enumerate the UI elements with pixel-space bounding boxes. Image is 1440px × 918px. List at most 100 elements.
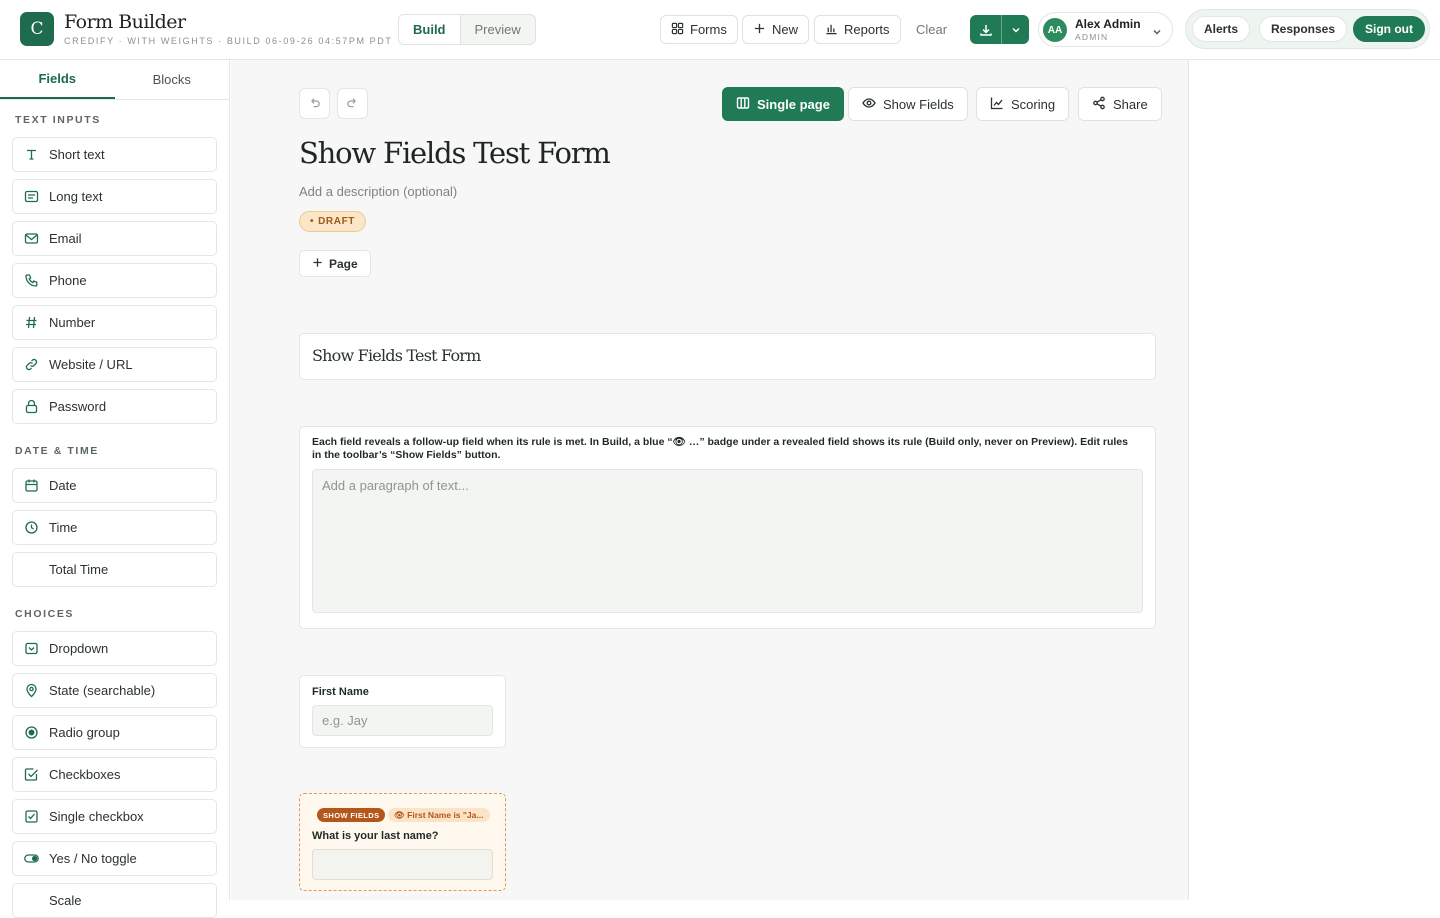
palette-item-checkboxes[interactable]: Checkboxes [12, 757, 217, 792]
plus-icon [753, 22, 766, 38]
palette-item-time[interactable]: Time [12, 510, 217, 545]
app-logo[interactable]: C [20, 12, 54, 46]
radio-icon [24, 725, 39, 740]
palette-item-password[interactable]: Password [12, 389, 217, 424]
redo-button[interactable] [337, 88, 368, 119]
palette-tabs: Fields Blocks [0, 60, 229, 100]
palette-item-label: Checkboxes [49, 767, 121, 782]
rule-badge: 👁 First Name is "Ja... [388, 808, 490, 822]
palette-item-phone[interactable]: Phone [12, 263, 217, 298]
download-icon [970, 15, 1002, 44]
heading-block-text: Show Fields Test Form [312, 346, 481, 365]
palette-item-number[interactable]: Number [12, 305, 217, 340]
status-badge: • DRAFT [299, 211, 366, 232]
show-fields-badge: SHOW FIELDS [317, 808, 386, 822]
field-label: First Name [312, 686, 369, 698]
share-label: Share [1113, 96, 1148, 112]
undo-button[interactable] [299, 88, 330, 119]
tab-blocks[interactable]: Blocks [115, 60, 230, 99]
show-fields-button[interactable]: Show Fields [848, 87, 968, 121]
tab-fields[interactable]: Fields [0, 60, 115, 99]
undo-icon [308, 95, 321, 113]
paragraph-placeholder: Add a paragraph of text... [322, 478, 469, 493]
map-pin-icon [24, 683, 39, 698]
checkbox-list-icon [24, 767, 39, 782]
palette-item-label: Dropdown [49, 641, 109, 656]
grid-icon [671, 22, 684, 38]
paragraph-block[interactable]: Each field reveals a follow-up field whe… [299, 426, 1156, 629]
scoring-button[interactable]: Scoring [976, 87, 1070, 121]
reports-button-label: Reports [844, 22, 890, 37]
line-chart-icon [990, 96, 1004, 113]
palette-item-radio-group[interactable]: Radio group [12, 715, 217, 750]
avatar: AA [1043, 18, 1067, 42]
form-canvas: Single page Show Fields Scoring Share Sh… [231, 60, 1189, 900]
sign-out-button[interactable]: Sign out [1353, 16, 1425, 42]
form-title[interactable]: Show Fields Test Form [299, 136, 611, 170]
field-last-name[interactable]: SHOW FIELDS 👁 First Name is "Ja... What … [299, 793, 506, 891]
single-page-label: Single page [757, 96, 830, 112]
forms-button[interactable]: Forms [660, 15, 738, 44]
share-button[interactable]: Share [1078, 87, 1162, 121]
palette-item-label: Number [49, 315, 96, 330]
show-fields-label: Show Fields [883, 96, 954, 112]
palette-item-state[interactable]: State (searchable) [12, 673, 217, 708]
palette-item-label: Phone [49, 273, 87, 288]
paragraph-textarea[interactable]: Add a paragraph of text... [312, 469, 1143, 613]
palette-item-short-text[interactable]: Short text [12, 137, 217, 172]
add-page-button[interactable]: Page [299, 250, 371, 277]
top-bar: C Form Builder CREDIFY · WITH WEIGHTS · … [0, 0, 1440, 60]
columns-icon [736, 96, 750, 113]
palette-item-single-checkbox[interactable]: Single checkbox [12, 799, 217, 834]
reports-button[interactable]: Reports [814, 15, 901, 44]
chevron-down-icon[interactable] [1002, 25, 1029, 35]
tab-build[interactable]: Build [399, 15, 461, 44]
top-right-actions: Alerts Responses Sign out [1185, 9, 1430, 49]
palette-item-label: Long text [49, 189, 103, 204]
palette-item-label: Total Time [49, 562, 109, 577]
last-name-input[interactable] [312, 849, 493, 880]
heading-block[interactable]: Show Fields Test Form [299, 333, 1156, 380]
alerts-button[interactable]: Alerts [1192, 16, 1251, 42]
scoring-label: Scoring [1011, 96, 1056, 112]
plus-icon [312, 257, 323, 271]
palette-item-label: Date [49, 478, 77, 493]
hash-icon [24, 315, 39, 330]
user-role: ADMIN [1075, 32, 1109, 42]
responses-button[interactable]: Responses [1259, 16, 1348, 42]
clock-icon [24, 520, 39, 535]
palette-item-yes-no-toggle[interactable]: Yes / No toggle [12, 841, 217, 876]
palette-item-label: Short text [49, 147, 105, 162]
single-page-button[interactable]: Single page [722, 87, 844, 121]
dropdown-icon [24, 641, 39, 656]
app-title: Form Builder [64, 11, 186, 33]
palette-item-url[interactable]: Website / URL [12, 347, 217, 382]
palette-item-dropdown[interactable]: Dropdown [12, 631, 217, 666]
bar-chart-icon [825, 22, 838, 38]
toggle-icon [24, 851, 39, 866]
add-page-label: Page [329, 256, 358, 271]
palette-item-label: Scale [49, 893, 82, 908]
clear-button[interactable]: Clear [916, 22, 947, 37]
section-title: DATE & TIME [15, 445, 99, 457]
palette-item-email[interactable]: Email [12, 221, 217, 256]
first-name-input[interactable]: e.g. Jay [312, 705, 493, 736]
user-menu[interactable]: AA Alex Admin ADMIN [1038, 12, 1173, 47]
field-first-name[interactable]: First Name e.g. Jay [299, 675, 506, 748]
paragraph-icon [24, 189, 39, 204]
palette-item-long-text[interactable]: Long text [12, 179, 217, 214]
palette-item-label: Single checkbox [49, 809, 144, 824]
calendar-icon [24, 478, 39, 493]
status-label: DRAFT [318, 216, 355, 227]
form-description[interactable]: Add a description (optional) [299, 184, 457, 199]
new-button[interactable]: New [742, 15, 810, 44]
tab-preview[interactable]: Preview [461, 15, 535, 44]
palette-item-scale[interactable]: Scale [12, 883, 217, 918]
dot-icon: • [310, 216, 315, 227]
palette-item-label: Password [49, 399, 107, 414]
link-icon [24, 357, 39, 372]
mode-switch: Build Preview [398, 14, 536, 45]
download-button[interactable] [970, 15, 1029, 44]
palette-item-date[interactable]: Date [12, 468, 217, 503]
palette-item-total-time[interactable]: Total Time [12, 552, 217, 587]
